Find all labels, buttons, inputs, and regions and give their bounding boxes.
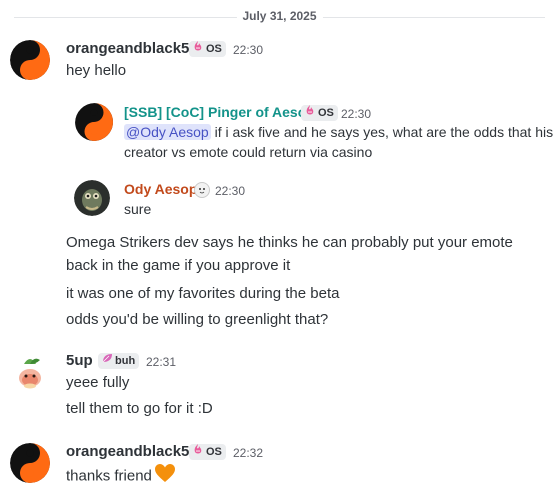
fire-cat-icon xyxy=(304,104,316,122)
author-name[interactable]: 5up xyxy=(66,352,93,369)
date-divider: July 31, 2025 xyxy=(0,9,559,25)
role-tag[interactable]: buh xyxy=(98,352,140,370)
message-text: Omega Strikers dev says he thinks he can… xyxy=(66,234,513,251)
avatar-orangeandblack5[interactable] xyxy=(10,40,50,80)
ghost-badge-icon[interactable] xyxy=(194,182,210,198)
message-line: creator vs emote could return via casino xyxy=(124,144,373,160)
author-name[interactable]: Ody Aesop xyxy=(124,181,197,197)
timestamp: 22:32 xyxy=(233,446,264,460)
message-text: back in the game if you approve it xyxy=(66,257,291,274)
message-line: if i ask five and he says yes, what are … xyxy=(210,124,554,140)
message-line: thanks friend xyxy=(66,467,152,485)
author-name[interactable]: orangeandblack5 xyxy=(66,40,189,57)
message-text: tell them to go for it :D xyxy=(66,400,213,417)
message-text: odds you'd be willing to greenlight that… xyxy=(66,311,329,328)
date-label: July 31, 2025 xyxy=(236,9,323,23)
role-tag[interactable]: OS xyxy=(189,41,226,57)
user-mention[interactable]: @Ody Aesop xyxy=(124,124,211,140)
message-text: sure xyxy=(124,201,152,217)
tag-label: OS xyxy=(206,446,222,458)
tag-label: buh xyxy=(115,355,136,367)
timestamp: 22:30 xyxy=(215,184,246,198)
fire-cat-icon xyxy=(192,40,204,58)
avatar-pinger-of-aesop[interactable] xyxy=(75,103,115,143)
timestamp: 22:31 xyxy=(146,355,177,369)
tag-label: OS xyxy=(318,107,334,119)
tag-label: OS xyxy=(206,43,222,55)
fire-cat-icon xyxy=(192,443,204,461)
timestamp: 22:30 xyxy=(341,107,372,121)
message-text: thanks friend xyxy=(66,463,176,490)
message-text: hey hello xyxy=(66,62,127,79)
message-text: yeee fully xyxy=(66,374,130,391)
role-tag[interactable]: OS xyxy=(189,444,226,460)
role-tag[interactable]: OS xyxy=(301,105,338,121)
leaf-icon xyxy=(101,352,113,370)
avatar-orangeandblack5[interactable] xyxy=(10,443,50,483)
avatar-5up[interactable] xyxy=(10,352,50,392)
author-name[interactable]: [SSB] [CoC] Pinger of Aesop xyxy=(124,104,315,120)
timestamp: 22:30 xyxy=(233,43,264,57)
message-text: it was one of my favorites during the be… xyxy=(66,285,340,302)
orange-heart-icon[interactable] xyxy=(154,463,176,490)
message-text: @Ody Aesop if i ask five and he says yes… xyxy=(124,122,553,162)
avatar-ody-aesop[interactable] xyxy=(74,180,110,216)
author-name[interactable]: orangeandblack5 xyxy=(66,443,189,460)
